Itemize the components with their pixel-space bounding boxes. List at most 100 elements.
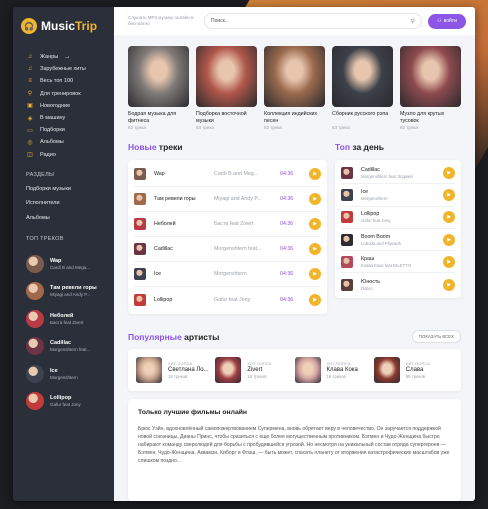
artist-track-count: 18 треков xyxy=(168,373,188,379)
play-icon[interactable]: ▶ xyxy=(309,193,321,205)
playlist-cover xyxy=(400,46,461,107)
top-track-title: Lollipop xyxy=(50,395,72,402)
sidebar-item[interactable]: ▭ Подборки xyxy=(13,124,114,136)
top-track-item[interactable]: Ice Morgenshtern xyxy=(13,360,114,388)
playlist-card[interactable]: Подборка восточной музыки 63 трека xyxy=(196,46,257,130)
sidebar-item-label: Зарубежные хиты xyxy=(40,66,86,73)
play-icon[interactable]: ▶ xyxy=(309,168,321,180)
play-icon[interactable]: ▶ xyxy=(309,268,321,280)
play-icon[interactable]: ▶ xyxy=(309,218,321,230)
top-track-title: Cadillac xyxy=(50,340,72,347)
track-title: Там ревели горы xyxy=(154,196,196,202)
track-row[interactable]: Ice Morgenshtern 04:36 ▶ xyxy=(134,262,321,287)
sidebar-item[interactable]: ⚲ Для тренировок xyxy=(13,88,114,100)
playlist-cover xyxy=(128,46,189,107)
track-artist: Клава Кока feat NILETTO xyxy=(361,262,412,268)
artist-genre: ХИТ-ПОПСА xyxy=(168,361,193,366)
track-title: Ice xyxy=(154,271,162,277)
top-track-item[interactable]: Там ревели горы Miyagi and Andy P... xyxy=(13,278,114,306)
track-row[interactable]: Lollipop Gafur feat Jony 04:36 ▶ xyxy=(134,287,321,312)
logo[interactable]: 🎧 MusicTrip xyxy=(13,13,114,39)
section-link[interactable]: Альбомы xyxy=(13,211,114,226)
search-input[interactable]: Поиск... ⚲ xyxy=(204,13,422,29)
play-icon[interactable]: ▶ xyxy=(443,278,455,291)
play-icon[interactable]: ▶ xyxy=(309,243,321,255)
artist-name: Светлана Ло... xyxy=(168,366,209,373)
artist-text: ХИТ-ПОПСА Zivert 18 треков xyxy=(247,362,271,379)
play-icon[interactable]: ▶ xyxy=(443,211,455,224)
top-day-row[interactable]: Ice Morgenshtern ▶ xyxy=(341,184,455,207)
play-icon[interactable]: ▶ xyxy=(443,255,455,268)
track-title: Lollipop xyxy=(154,296,173,303)
play-icon[interactable]: ▶ xyxy=(443,166,455,179)
artist-card[interactable]: ХИТ-ПОПСА Слава 55 треков xyxy=(373,357,453,383)
content: Бодрая музыка для фитнеса 63 трека Подборк… xyxy=(114,35,475,501)
track-cover xyxy=(341,233,353,246)
section-link[interactable]: Подборки музыки xyxy=(13,182,114,197)
top-track-item[interactable]: Неболей Баста feat Zivert xyxy=(13,305,114,333)
sidebar-item[interactable]: ◎ Альбомы xyxy=(13,136,114,148)
playlist-cover xyxy=(196,46,257,107)
track-row[interactable]: Неболей Баста feat Zivert 04:36 ▶ xyxy=(134,212,321,237)
play-icon[interactable]: ▶ xyxy=(443,188,455,201)
login-button[interactable]: ⚇ войти xyxy=(428,13,466,29)
playlist-card[interactable]: Музло для крутых тусовок 63 трека xyxy=(400,46,461,130)
top-day-row[interactable]: Lollipop Gafur feat Jony ▶ xyxy=(341,207,455,229)
track-cover xyxy=(26,364,44,383)
artist-card[interactable]: ХИТ-ПОПСА Zivert 18 треков xyxy=(215,357,294,383)
top-day-row[interactable]: Cadillac Morgenshtern feat Элджей ▶ xyxy=(341,162,455,185)
top-day-row[interactable]: Юность Dabro ▶ xyxy=(341,273,455,295)
artist-card[interactable]: ХИТ-ПОПСА Светлана Ло... 18 треков xyxy=(136,357,215,383)
play-icon[interactable]: ▶ xyxy=(443,233,455,246)
track-artist: Morgenshtern xyxy=(214,271,247,277)
sidebar-item-label: Новогодние xyxy=(40,102,71,109)
show-all-button[interactable]: ПОКАЗАТЬ ВСЕХ xyxy=(411,330,461,343)
artist-name: Клава Кока xyxy=(326,366,358,373)
sidebar-item[interactable]: ♫ Зарубежные хиты xyxy=(13,63,114,75)
track-row[interactable]: Wap Cardi B and Meg... 04:36 ▶ xyxy=(134,162,321,187)
playlist-card[interactable]: Сборник русского рэпа 63 трека xyxy=(332,46,393,130)
sidebar-item[interactable]: ◫ Радио xyxy=(13,149,114,161)
artist-card[interactable]: ХИТ-ПОПСА Клава Кока 18 треков xyxy=(294,357,374,383)
films-text: Брюс Уэйн, вдохновлённый самопожертвован… xyxy=(138,426,450,464)
track-artist: Cardi B and Meg... xyxy=(214,171,259,177)
sidebar-item[interactable]: ♫ Жанры → xyxy=(13,51,114,63)
logo-text: MusicTrip xyxy=(41,19,98,33)
artist-genre: ХИТ-ПОПСА xyxy=(405,361,430,366)
track-title: Wap xyxy=(154,171,165,177)
playlist-count: 63 трека xyxy=(400,125,418,130)
sidebar-item[interactable]: ▣ Новогодние xyxy=(13,100,114,112)
track-row[interactable]: Там ревели горы Miyagi and Andy P... 04:36… xyxy=(134,187,321,212)
car-icon: ◈ xyxy=(27,115,33,122)
top-day-row[interactable]: Краш Клава Кока feat NILETTO ▶ xyxy=(341,251,455,274)
track-artist: Dabro xyxy=(361,285,373,291)
play-icon[interactable]: ▶ xyxy=(309,293,321,306)
playlist-card[interactable]: Бодрая музыка для фитнеса 63 трека xyxy=(128,46,189,130)
login-label: войти xyxy=(443,18,457,24)
playlist-card[interactable]: Коллекция индийских песен 63 трека xyxy=(264,46,325,130)
top-track-item[interactable]: Cadillac Morgenshtern feat... xyxy=(13,333,114,361)
track-cover xyxy=(26,282,44,301)
header: Слушать MP3 музыку онлайн и бесплатно По… xyxy=(114,7,475,35)
playlist-count: 63 трека xyxy=(264,125,282,130)
sidebar-item-label: Подборки xyxy=(40,127,65,134)
top-track-title: Там ревели горы xyxy=(50,285,97,292)
sidebar-item[interactable]: ≡ Весь топ 100 xyxy=(13,75,114,87)
track-row[interactable]: Cadillac Morgenshtern feat... 04:36 ▶ xyxy=(134,237,321,262)
track-artist: Morgenshtern feat... xyxy=(214,246,262,252)
top-day-row[interactable]: Boom Boom Loboda and Pharaoh ▶ xyxy=(341,229,455,252)
playlist-title: Бодрая музыка для фитнеса xyxy=(128,111,177,124)
track-title: Cadillac xyxy=(361,166,380,173)
section-link[interactable]: Исполнители xyxy=(13,196,114,211)
sidebar-item[interactable]: ◈ В машину xyxy=(13,112,114,124)
top-track-title: Wap xyxy=(50,257,62,264)
playlist-cover xyxy=(264,46,325,107)
headphones-icon: 🎧 xyxy=(21,18,37,34)
track-artist: Gafur feat Jony xyxy=(361,218,391,224)
top-track-text: Неболей Баста feat Zivert xyxy=(50,313,83,325)
top-track-item[interactable]: Lollipop Gafur feat Jony xyxy=(13,388,114,416)
search-icon[interactable]: ⚲ xyxy=(411,18,415,25)
track-title: Краш xyxy=(361,255,375,262)
sidebar-item-label: Радио xyxy=(40,151,56,158)
top-track-item[interactable]: Wap Cardi B and Mega... xyxy=(13,250,114,278)
